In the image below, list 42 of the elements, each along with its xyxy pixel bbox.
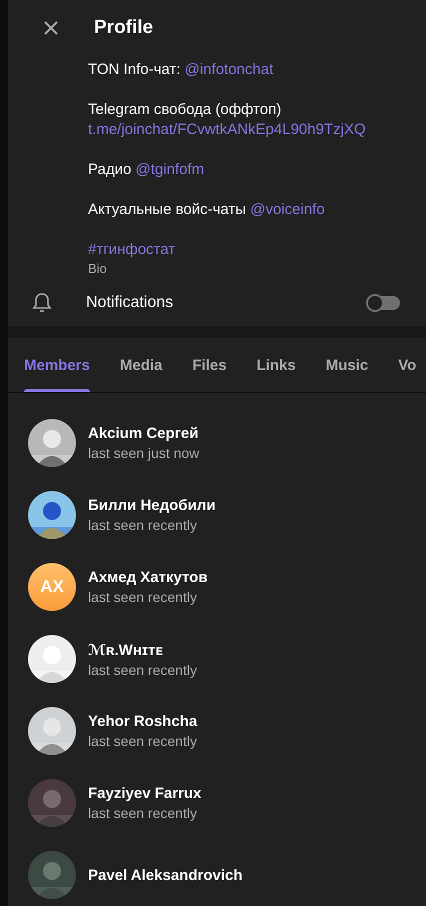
tab[interactable]: Media [120,338,162,392]
tab[interactable]: Vo [398,338,416,392]
tab[interactable]: Files [192,338,227,392]
tab[interactable]: Music [326,338,368,392]
member-status: last seen recently [88,517,198,533]
member-status: last seen recently [88,662,197,678]
member-name: Yehor Roshcha [88,713,198,730]
member-status: last seen just now [88,445,200,461]
member-row[interactable]: AX Ахмед Хаткутов last seen recently [8,551,426,623]
member-name: Fayziyev Farrux [88,785,202,802]
tab[interactable]: Members [24,338,90,392]
member-row[interactable]: Fayziyev Farrux last seen recently [8,767,426,839]
member-name: Билли Недобили [88,497,216,514]
bio-line: TON Info-чат: @infotonchat [88,60,274,80]
member-row[interactable]: ℳʀ.Wʜɪᴛᴇ last seen recently [8,623,426,695]
member-status: last seen recently [88,589,198,605]
bio-link[interactable]: t.me/joinchat/FCvwtkANkEp4L90h9TzjXQ [88,121,366,138]
bio-link[interactable]: @infotonchat [184,61,274,78]
bio-line: Радио @tginfofm [88,160,206,180]
tab[interactable]: Links [256,338,296,392]
hashtag-link[interactable]: #тгинфостат [88,241,176,258]
member-status: last seen recently [88,733,198,749]
member-status: last seen recently [88,805,198,821]
close-icon [43,20,59,36]
notifications-toggle[interactable] [368,296,400,310]
bell-icon [32,292,52,314]
bio-link[interactable]: @voiceinfo [250,201,325,218]
member-row[interactable]: Yehor Roshcha last seen recently [8,695,426,767]
bio-caption: Bio [88,260,108,278]
panel-title: Profile [94,17,154,39]
bio-line: Telegram свобода (оффтоп) t.me/joinchat/FCvwtkANkEp4L90h9TzjXQ [88,100,367,140]
avatar: AX [28,563,76,611]
member-row[interactable]: Pavel Aleksandrovich [8,839,426,906]
member-name: Akcium Сергей [88,425,200,442]
member-name: ℳʀ.Wʜɪᴛᴇ [88,640,164,658]
member-name: Ахмед Хаткутов [88,569,208,586]
member-name: Pavel Aleksandrovich [88,866,243,884]
member-row[interactable]: Билли Недобили last seen recently [8,479,426,551]
bio-link[interactable]: @tginfofm [136,161,204,178]
notifications-label: Notifications [86,294,174,312]
bio-line: Актуальные войс-чаты @voiceinfo [88,200,326,220]
member-row[interactable]: Akcium Сергей last seen just now [8,407,426,479]
